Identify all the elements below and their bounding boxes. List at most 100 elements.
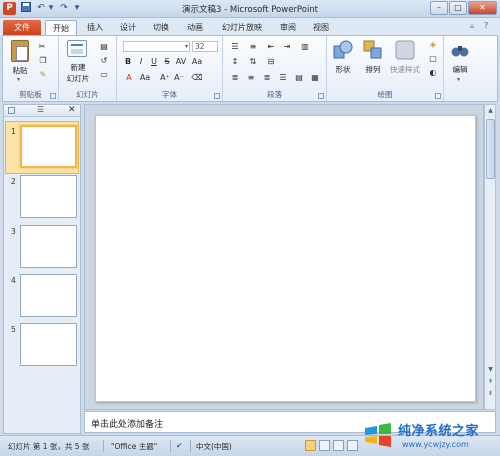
ribbon-tabs: 文件 开始 插入 设计 切换 动画 幻灯片放映 审阅 视图 ▵ ? bbox=[0, 18, 500, 36]
vertical-scrollbar[interactable]: ▲ ▼ ⇞ ⇟ bbox=[484, 104, 496, 410]
reading-view-icon[interactable] bbox=[333, 440, 344, 451]
tab-review[interactable]: 审阅 bbox=[273, 20, 303, 36]
binoculars-icon[interactable] bbox=[450, 40, 470, 60]
new-slide-label-2[interactable]: 幻灯片 bbox=[60, 73, 96, 84]
tab-design[interactable]: 设计 bbox=[113, 20, 143, 36]
font-size-combo[interactable]: 32 bbox=[192, 41, 218, 52]
columns-icon[interactable]: ▥ bbox=[299, 41, 311, 52]
minimize-button[interactable]: – bbox=[430, 1, 448, 15]
font-name-dropdown-icon[interactable]: ▾ bbox=[185, 43, 188, 50]
grow-font-icon[interactable]: A⁺ bbox=[159, 72, 171, 83]
close-button[interactable]: ✕ bbox=[468, 1, 497, 15]
font-launcher-icon[interactable] bbox=[214, 93, 220, 99]
numbering-icon[interactable]: ≡ bbox=[247, 41, 259, 52]
scrollbar-thumb[interactable] bbox=[486, 119, 495, 179]
drawing-launcher-icon[interactable] bbox=[435, 93, 441, 99]
char-spacing-icon[interactable]: AV bbox=[175, 56, 187, 67]
paragraph-launcher-icon[interactable] bbox=[318, 93, 324, 99]
outline-tab-icon[interactable]: ☰ bbox=[37, 105, 44, 114]
font-name-combo[interactable] bbox=[123, 41, 190, 52]
new-slide-label-1[interactable]: 新建 bbox=[60, 62, 96, 73]
format-painter-icon[interactable]: ✎ bbox=[37, 69, 49, 80]
tab-insert[interactable]: 插入 bbox=[80, 20, 110, 36]
shape-outline-icon[interactable]: ▢ bbox=[427, 53, 439, 64]
ribbon: 粘贴 ▾ ✂ ❐ ✎ 剪贴板 新建 幻灯片 ▤ ↺ ▭ 幻灯片 ▾ 32 B I… bbox=[2, 35, 498, 102]
decrease-indent-icon[interactable]: ⇤ bbox=[265, 41, 277, 52]
align-left-icon[interactable]: ≣ bbox=[229, 72, 241, 83]
increase-indent-icon[interactable]: ⇥ bbox=[281, 41, 293, 52]
group-clipboard: 粘贴 ▾ ✂ ❐ ✎ 剪贴板 bbox=[3, 36, 59, 101]
slide-thumbnail-5[interactable] bbox=[20, 323, 77, 366]
shapes-label[interactable]: 形状 bbox=[329, 64, 357, 75]
text-direction-icon[interactable]: ⇅ bbox=[247, 56, 259, 67]
close-pane-icon[interactable]: ✕ bbox=[68, 105, 76, 115]
tab-view[interactable]: 视图 bbox=[306, 20, 336, 36]
slide-thumbnail-1[interactable] bbox=[20, 125, 77, 168]
section-icon[interactable]: ▭ bbox=[98, 69, 110, 80]
spell-check-icon[interactable]: ✔ bbox=[176, 441, 182, 450]
slide-thumbnail-2[interactable] bbox=[20, 175, 77, 218]
group-label-paragraph: 段落 bbox=[267, 90, 282, 99]
help-icon[interactable]: ? bbox=[484, 21, 488, 30]
bold-icon[interactable]: B bbox=[123, 56, 133, 67]
window-title: 演示文稿3 - Microsoft PowerPoint bbox=[181, 5, 319, 15]
minimize-ribbon-icon[interactable]: ▵ bbox=[470, 21, 474, 30]
shapes-icon[interactable] bbox=[333, 40, 353, 60]
smartart-icon[interactable]: ▦ bbox=[309, 72, 321, 83]
editing-label[interactable]: 编辑 bbox=[445, 64, 475, 75]
italic-icon[interactable]: I bbox=[136, 56, 146, 67]
next-slide-icon[interactable]: ⇟ bbox=[486, 389, 495, 399]
scroll-up-icon[interactable]: ▲ bbox=[486, 106, 495, 116]
new-slide-icon[interactable] bbox=[67, 40, 87, 57]
copy-icon[interactable]: ❐ bbox=[37, 55, 49, 66]
tab-transitions[interactable]: 切换 bbox=[146, 20, 176, 36]
previous-slide-icon[interactable]: ⇞ bbox=[486, 377, 495, 387]
slide-thumbnail-3[interactable] bbox=[20, 225, 77, 268]
slide-thumbnail-4[interactable] bbox=[20, 274, 77, 317]
paste-dropdown-icon[interactable]: ▾ bbox=[17, 76, 20, 83]
quick-styles-label[interactable]: 快速样式 bbox=[383, 64, 427, 75]
group-drawing: 形状 排列 快速样式 ◈ ▢ ◐ 绘图 bbox=[327, 36, 444, 101]
distributed-icon[interactable]: ▤ bbox=[293, 72, 305, 83]
paste-button-label[interactable]: 粘贴 bbox=[6, 65, 34, 76]
tab-slideshow[interactable]: 幻灯片放映 bbox=[216, 20, 268, 36]
line-spacing-icon[interactable]: ↕ bbox=[229, 56, 241, 67]
font-color-icon[interactable]: A bbox=[123, 72, 135, 83]
align-right-icon[interactable]: ≣ bbox=[261, 72, 273, 83]
slideshow-view-icon[interactable] bbox=[347, 440, 358, 451]
slide-count-status: 幻灯片 第 1 张，共 5 张 bbox=[8, 442, 90, 451]
tab-animations[interactable]: 动画 bbox=[180, 20, 210, 36]
justify-icon[interactable]: ☰ bbox=[277, 72, 289, 83]
clear-format-icon[interactable]: ⌫ bbox=[191, 72, 203, 83]
maximize-button[interactable]: □ bbox=[449, 1, 467, 15]
group-label-drawing: 绘图 bbox=[377, 90, 393, 99]
language-status[interactable]: 中文(中国) bbox=[196, 441, 232, 452]
align-text-icon[interactable]: ⊟ bbox=[265, 56, 277, 67]
slides-tab-icon[interactable] bbox=[8, 107, 15, 114]
cut-icon[interactable]: ✂ bbox=[37, 41, 47, 52]
shrink-font-icon[interactable]: A⁻ bbox=[173, 72, 185, 83]
clipboard-launcher-icon[interactable] bbox=[50, 93, 56, 99]
bullets-icon[interactable]: ☰ bbox=[229, 41, 241, 52]
editing-dropdown-icon[interactable]: ▾ bbox=[457, 76, 460, 83]
tab-file[interactable]: 文件 bbox=[3, 20, 41, 36]
shape-effects-icon[interactable]: ◐ bbox=[427, 67, 439, 78]
layout-icon[interactable]: ▤ bbox=[98, 41, 110, 52]
current-slide-canvas[interactable] bbox=[95, 115, 476, 402]
strikethrough-icon[interactable]: S bbox=[162, 56, 172, 67]
paste-icon[interactable] bbox=[11, 40, 29, 62]
arrange-icon[interactable] bbox=[363, 40, 383, 60]
theme-status[interactable]: "Office 主题" bbox=[111, 441, 157, 452]
quick-styles-icon[interactable] bbox=[395, 40, 415, 60]
tab-home[interactable]: 开始 bbox=[45, 20, 77, 36]
align-center-icon[interactable]: ≡ bbox=[245, 72, 257, 83]
normal-view-icon[interactable] bbox=[305, 440, 316, 451]
reset-icon[interactable]: ↺ bbox=[98, 55, 110, 66]
text-shadow-icon[interactable]: Aa bbox=[139, 72, 151, 83]
slide-sorter-view-icon[interactable] bbox=[319, 440, 330, 451]
underline-icon[interactable]: U bbox=[149, 56, 159, 67]
change-case-icon[interactable]: Aa bbox=[191, 56, 203, 67]
scroll-down-icon[interactable]: ▼ bbox=[486, 365, 495, 375]
shape-fill-icon[interactable]: ◈ bbox=[427, 39, 439, 50]
status-separator bbox=[170, 440, 171, 452]
